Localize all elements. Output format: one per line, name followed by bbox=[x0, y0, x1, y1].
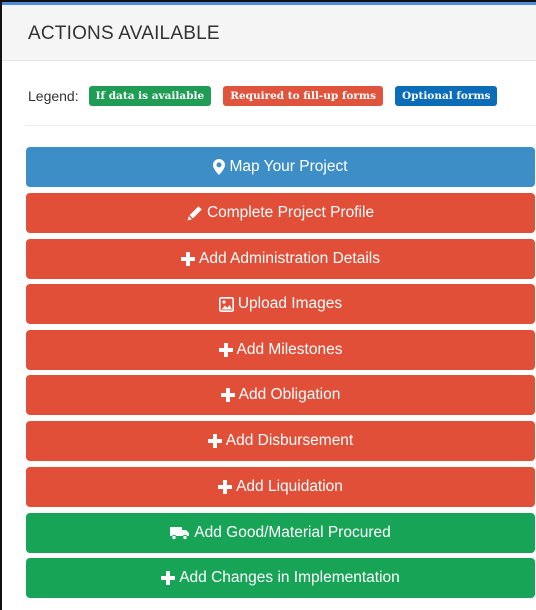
plus-icon bbox=[218, 480, 233, 494]
plus-icon bbox=[161, 571, 176, 585]
complete-project-profile-label: Complete Project Profile bbox=[206, 204, 375, 221]
add-administration-details-button[interactable]: Add Administration Details bbox=[26, 239, 535, 279]
add-liquidation-label: Add Liquidation bbox=[236, 478, 343, 495]
complete-project-profile-button[interactable]: Complete Project Profile bbox=[26, 193, 535, 233]
legend-badge-required: Required to fill-up forms bbox=[223, 86, 383, 106]
legend-label: Legend: bbox=[28, 88, 79, 104]
add-obligation-label: Add Obligation bbox=[238, 386, 341, 403]
truck-icon bbox=[170, 526, 190, 540]
add-obligation-button[interactable]: Add Obligation bbox=[26, 375, 535, 415]
add-milestones-button[interactable]: Add Milestones bbox=[26, 330, 535, 370]
add-changes-in-implementation-label: Add Changes in Implementation bbox=[179, 569, 400, 586]
map-your-project-label: Map Your Project bbox=[229, 158, 348, 175]
add-liquidation-button[interactable]: Add Liquidation bbox=[26, 467, 535, 507]
panel-title: ACTIONS AVAILABLE bbox=[28, 23, 220, 44]
add-good-material-procured-button[interactable]: Add Good/Material Procured bbox=[26, 513, 535, 553]
plus-icon bbox=[207, 434, 222, 448]
upload-images-button[interactable]: Upload Images bbox=[26, 284, 535, 324]
map-your-project-button[interactable]: Map Your Project bbox=[26, 147, 535, 187]
add-disbursement-button[interactable]: Add Disbursement bbox=[26, 421, 535, 461]
divider bbox=[26, 125, 536, 126]
add-changes-in-implementation-button[interactable]: Add Changes in Implementation bbox=[26, 558, 535, 598]
image-icon bbox=[218, 296, 234, 312]
upload-images-label: Upload Images bbox=[237, 295, 343, 312]
pencil-icon bbox=[187, 205, 203, 221]
add-milestones-label: Add Milestones bbox=[236, 341, 343, 358]
legend-badge-optional: Optional forms bbox=[394, 86, 498, 106]
map-marker-icon bbox=[213, 159, 226, 175]
plus-icon bbox=[218, 343, 233, 357]
actions-panel: ACTIONS AVAILABLE Legend: If data is ava… bbox=[2, 5, 536, 610]
plus-icon bbox=[181, 252, 196, 266]
panel-header: ACTIONS AVAILABLE bbox=[2, 5, 536, 61]
add-administration-details-label: Add Administration Details bbox=[199, 250, 380, 267]
plus-icon bbox=[220, 388, 235, 402]
legend: Legend: If data is available Required to… bbox=[28, 85, 498, 107]
legend-badge-if-data-available: If data is available bbox=[88, 86, 212, 106]
add-disbursement-label: Add Disbursement bbox=[225, 432, 354, 449]
add-good-material-procured-label: Add Good/Material Procured bbox=[194, 524, 391, 541]
